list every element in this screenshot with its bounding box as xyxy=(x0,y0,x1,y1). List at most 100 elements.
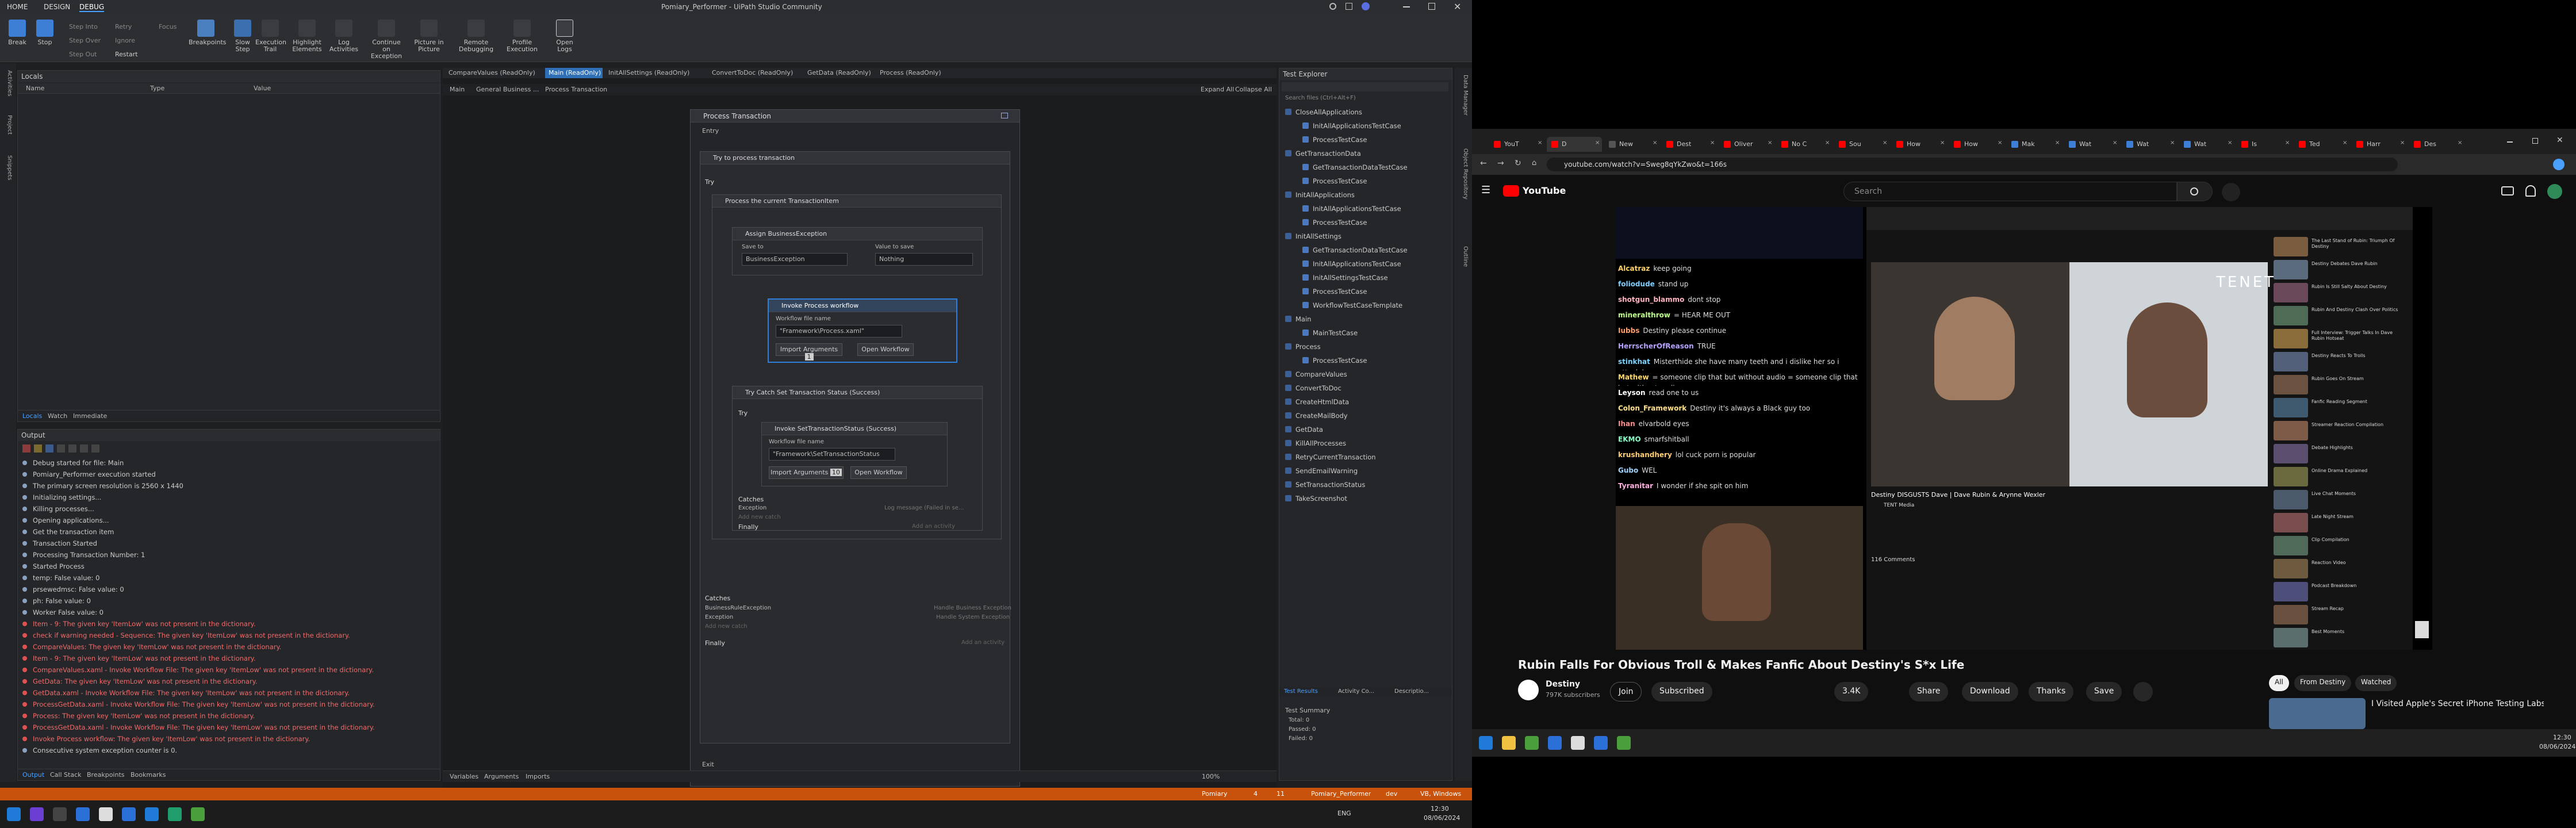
side-tab-object-repository[interactable]: Object Repository xyxy=(1459,148,1469,240)
profile-icon[interactable] xyxy=(2553,159,2564,170)
menu-icon[interactable]: ☰ xyxy=(1481,184,1490,196)
browser-tab[interactable]: D × xyxy=(1547,137,1602,152)
expand-all-button[interactable]: Expand All xyxy=(1201,86,1234,93)
mic-icon[interactable] xyxy=(2222,183,2240,201)
tab-imports[interactable]: Imports xyxy=(526,773,550,780)
lang-indicator[interactable]: ENG xyxy=(1337,810,1351,817)
clear-icon[interactable] xyxy=(91,444,99,453)
test-tree-item[interactable]: InitAllApplicationsTestCase xyxy=(1302,258,1446,270)
status-env[interactable]: VB, Windows xyxy=(1420,790,1461,798)
side-tab-project[interactable]: Project xyxy=(3,115,13,150)
browser-tab[interactable]: YouT × xyxy=(1489,137,1544,152)
video-player[interactable]: Alcatraz keep going foliodude stand up shotg… xyxy=(1616,207,2432,650)
browser-tab[interactable]: Ted × xyxy=(2294,137,2349,152)
tab-locals[interactable]: Locals xyxy=(22,412,42,420)
status-project[interactable]: Pomiary_Performer xyxy=(1311,790,1371,798)
browser-tab[interactable]: Dest × xyxy=(1662,137,1717,152)
browser-tab[interactable]: Wat × xyxy=(2064,137,2119,152)
clock-date[interactable]: 08/06/2024 xyxy=(2539,743,2575,750)
workflow-file-field[interactable]: "Framework\Process.xaml" xyxy=(776,325,902,338)
window-layout-icon[interactable] xyxy=(1346,3,1352,10)
thanks-button[interactable]: Thanks xyxy=(2029,682,2074,702)
test-tree-item[interactable]: ProcessTestCase xyxy=(1302,286,1446,297)
test-tree-item[interactable]: GetData xyxy=(1285,424,1429,435)
filter-errors-icon[interactable] xyxy=(22,444,30,453)
tab-output[interactable]: Output xyxy=(22,771,44,779)
step-into-button[interactable]: Step Into xyxy=(69,23,98,30)
side-tab-snippets[interactable]: Snippets xyxy=(3,155,13,195)
browser-tab[interactable]: New × xyxy=(1604,137,1659,152)
tab-bookmarks[interactable]: Bookmarks xyxy=(131,771,166,779)
search-input[interactable]: Search xyxy=(1843,182,2177,201)
invoke-set-status[interactable]: Invoke SetTransactionStatus (Success) Wo… xyxy=(761,422,948,486)
tab-close-icon[interactable]: × xyxy=(2343,140,2347,146)
back-icon[interactable]: ← xyxy=(1480,159,1487,168)
breadcrumb-main[interactable]: Main xyxy=(450,86,465,93)
doc-tab[interactable]: ConvertToDoc (ReadOnly) xyxy=(708,68,802,78)
tab-call-stack[interactable]: Call Stack xyxy=(50,771,81,779)
youtube-logo-icon[interactable] xyxy=(1503,185,1519,197)
tab-arguments[interactable]: Arguments xyxy=(484,773,519,780)
tab-breakpoints[interactable]: Breakpoints xyxy=(87,771,125,779)
teams-icon[interactable] xyxy=(30,807,44,821)
tab-close-icon[interactable]: × xyxy=(1940,140,1945,146)
test-tree-item[interactable]: GetTransactionDataTestCase xyxy=(1302,162,1446,173)
browser-tab[interactable]: No C × xyxy=(1777,137,1832,152)
column-type[interactable]: Type xyxy=(150,85,164,92)
uipath-icon[interactable] xyxy=(191,807,205,821)
remote-debugging-button[interactable]: Remote Debugging xyxy=(458,16,494,59)
side-tab-activities[interactable]: Activities xyxy=(3,70,13,110)
tab-description[interactable]: Descriptio... xyxy=(1394,688,1429,695)
ignore-button[interactable]: Ignore xyxy=(115,37,135,44)
browser-tab[interactable]: How × xyxy=(1949,137,2004,152)
log-activities-button[interactable]: Log Activities xyxy=(329,16,359,59)
try-catch-set-status[interactable]: Try Catch Set Transaction Status (Succes… xyxy=(732,386,983,531)
settings-icon[interactable] xyxy=(99,807,113,821)
add-new-catch-main[interactable]: Add new catch xyxy=(705,623,747,630)
tab-close-icon[interactable]: × xyxy=(2055,140,2060,146)
explorer-icon[interactable] xyxy=(1502,736,1516,750)
browser-tab[interactable]: Is × xyxy=(2237,137,2292,152)
test-tree-item[interactable]: RetryCurrentTransaction xyxy=(1285,451,1429,463)
collapse-all-button[interactable]: Collapse All xyxy=(1235,86,1272,93)
tab-close-icon[interactable]: × xyxy=(2170,140,2175,146)
stop-button[interactable]: Stop xyxy=(30,16,60,59)
tab-close-icon[interactable]: × xyxy=(1595,140,1600,146)
status-errors[interactable]: 4 xyxy=(1254,790,1258,798)
continue-on-exception-button[interactable]: Continue on Exception xyxy=(368,16,405,60)
test-tree-item[interactable]: ProcessTestCase xyxy=(1302,134,1446,145)
open-workflow-button[interactable]: Open Workflow xyxy=(857,343,914,356)
status-dev[interactable]: dev xyxy=(1386,790,1397,798)
browser-tab[interactable]: Harr × xyxy=(2352,137,2407,152)
filter-verbose-icon[interactable] xyxy=(68,444,76,453)
explorer-icon[interactable] xyxy=(53,807,67,821)
notifications-icon[interactable] xyxy=(2525,185,2536,197)
handle-business-exception[interactable]: Handle Business Exception xyxy=(934,605,1011,611)
open-workflow-button-2[interactable]: Open Workflow xyxy=(850,466,907,479)
catch-business-rule[interactable]: BusinessRuleException xyxy=(705,605,771,611)
forward-icon[interactable]: → xyxy=(1497,159,1504,168)
catch-system-exception[interactable]: Exception xyxy=(705,614,733,620)
clock-time[interactable]: 12:30 xyxy=(1431,805,1449,812)
download-button[interactable]: Download xyxy=(1962,682,2018,702)
test-tree-item[interactable]: KillAllProcesses xyxy=(1285,438,1429,449)
catch-exception[interactable]: Exception xyxy=(738,505,766,511)
search-button[interactable] xyxy=(2177,182,2213,201)
create-icon[interactable] xyxy=(2501,186,2514,195)
edge-icon[interactable] xyxy=(122,807,136,821)
app-icon-1[interactable] xyxy=(76,807,90,821)
avatar[interactable] xyxy=(1362,2,1370,10)
tab-close-icon[interactable]: × xyxy=(1998,140,2002,146)
invoke-process-workflow[interactable]: Invoke Process workflow Workflow file na… xyxy=(768,298,957,363)
status-warnings[interactable]: 11 xyxy=(1276,790,1285,798)
recommended-title[interactable]: I Visited Apple's Secret iPhone Testing … xyxy=(2371,699,2544,708)
uipath-icon[interactable] xyxy=(1617,736,1631,750)
workflow-file-field-2[interactable]: "Framework\SetTransactionStatus xyxy=(769,448,895,461)
doc-tab[interactable]: InitAllSettings (ReadOnly) xyxy=(605,68,706,78)
column-value[interactable]: Value xyxy=(254,85,271,92)
home-icon[interactable]: ⌂ xyxy=(1532,159,1536,167)
browser-tab[interactable]: Oliver × xyxy=(1719,137,1774,152)
tab-close-icon[interactable]: × xyxy=(1883,140,1887,146)
test-tree-item[interactable]: WorkflowTestCaseTemplate xyxy=(1302,300,1446,311)
share-button[interactable]: Share xyxy=(1909,682,1949,702)
